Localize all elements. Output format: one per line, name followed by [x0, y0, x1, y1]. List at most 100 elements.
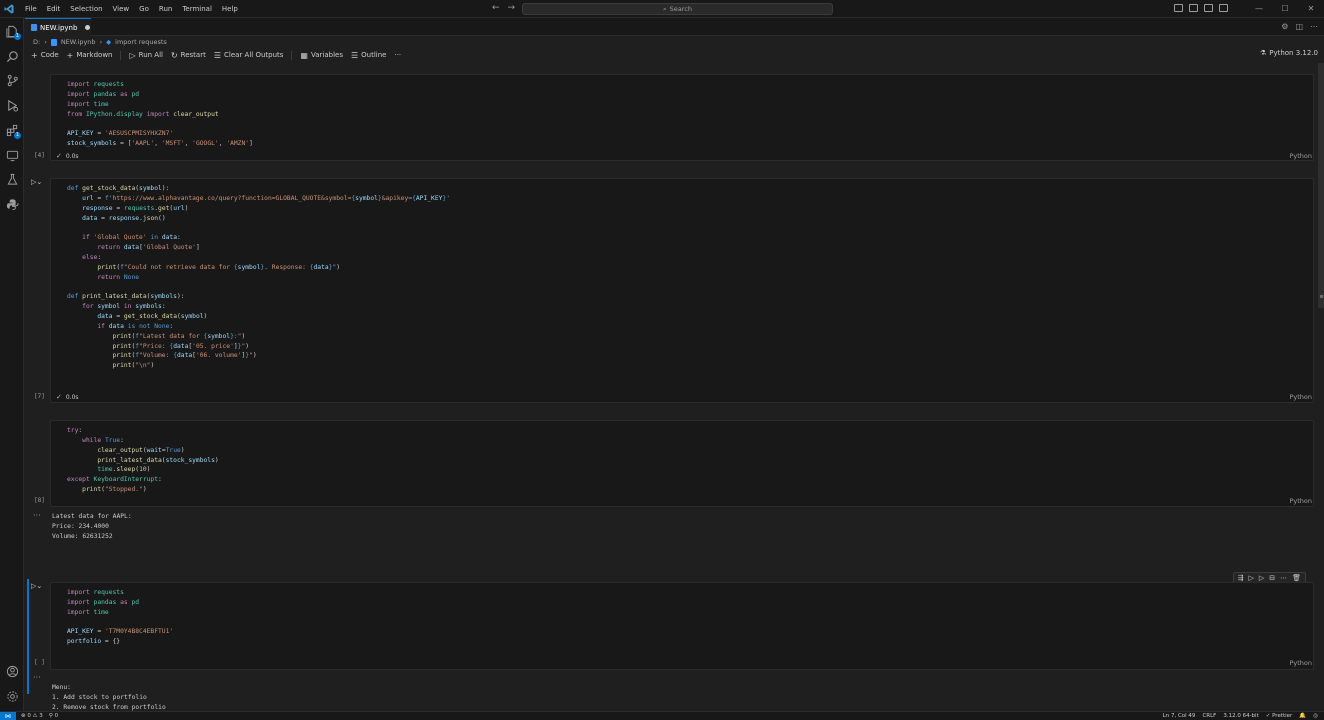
- execute-below-icon[interactable]: ▷: [1259, 574, 1264, 582]
- maximize-icon[interactable]: ☐: [1272, 0, 1298, 18]
- toggle-panel-icon[interactable]: [1189, 4, 1198, 12]
- more-actions-icon[interactable]: ⋯: [1310, 22, 1318, 31]
- back-arrow-icon[interactable]: ←: [492, 3, 500, 13]
- toggle-secondary-sidebar-icon[interactable]: [1204, 4, 1213, 12]
- command-center-search[interactable]: ⌕ Search: [522, 3, 833, 15]
- run-all-icon: ▷: [129, 50, 136, 60]
- menu-terminal[interactable]: Terminal: [177, 5, 217, 13]
- customize-layout-icon[interactable]: [1219, 4, 1228, 12]
- plus-icon: +: [66, 50, 74, 60]
- end-of-line[interactable]: CRLF: [1202, 713, 1216, 719]
- restart-button[interactable]: ↻ Restart: [171, 51, 206, 60]
- menu-edit[interactable]: Edit: [42, 5, 66, 13]
- output-more-icon[interactable]: ···: [33, 511, 41, 520]
- run-cell-icon[interactable]: ▷⌄: [31, 178, 42, 186]
- copilot-icon[interactable]: ◎: [1313, 713, 1318, 719]
- kernel-icon: ⚗: [1259, 49, 1267, 57]
- variables-button[interactable]: ▦ Variables: [300, 51, 343, 60]
- cell-language[interactable]: Python: [1289, 497, 1312, 505]
- notebook-file-icon: [50, 38, 57, 46]
- close-icon[interactable]: ✕: [1298, 0, 1324, 18]
- split-cell-icon[interactable]: ⊟: [1269, 574, 1275, 582]
- notebook-toolbar: + Code + Markdown ▷ Run All ↻ Restart ☰ Clear…: [25, 48, 1324, 62]
- outline-label: Outline: [361, 51, 387, 59]
- success-check-icon: ✓: [56, 393, 62, 401]
- code-cell-1[interactable]: import requests import pandas as pd impo…: [50, 74, 1314, 161]
- run-all-label: Run All: [138, 51, 163, 59]
- code-cell-4-source[interactable]: import requests import pandas as pd impo…: [67, 588, 173, 647]
- testing-icon[interactable]: [5, 172, 19, 186]
- run-debug-icon[interactable]: [5, 98, 19, 112]
- code-cell-4[interactable]: import requests import pandas as pd impo…: [50, 582, 1314, 670]
- run-all-button[interactable]: ▷ Run All: [129, 51, 162, 60]
- output-more-icon[interactable]: ···: [33, 673, 41, 682]
- outline-button[interactable]: ☰ Outline: [351, 51, 387, 60]
- split-editor-icon[interactable]: ◫: [1295, 22, 1303, 31]
- add-markdown-cell-button[interactable]: + Markdown: [67, 51, 113, 60]
- variables-icon: ▦: [300, 50, 308, 60]
- remote-explorer-icon[interactable]: [5, 148, 19, 162]
- execution-count: [ ]: [34, 659, 45, 666]
- cell-more-icon[interactable]: ⋯: [1280, 574, 1287, 582]
- code-cell-3[interactable]: try: while True: clear_output(wait=True)…: [50, 420, 1314, 507]
- toggle-primary-sidebar-icon[interactable]: [1174, 4, 1183, 12]
- output-line: 1. Add stock to portfolio: [52, 694, 147, 701]
- outline-icon: ☰: [350, 50, 359, 60]
- toolbar-more-button[interactable]: ···: [394, 51, 401, 59]
- search-view-icon[interactable]: [5, 49, 19, 63]
- menu-selection[interactable]: Selection: [65, 5, 107, 13]
- problems-indicator[interactable]: ⊗ 0 ⚠ 3: [21, 713, 43, 719]
- tab-new-ipynb[interactable]: NEW.ipynb: [25, 18, 91, 36]
- remote-indicator-icon[interactable]: ⋈: [0, 711, 16, 720]
- menu-run[interactable]: Run: [154, 5, 177, 13]
- breadcrumb-file[interactable]: NEW.ipynb: [61, 38, 96, 46]
- kernel-picker[interactable]: ⚗ Python 3.12.0: [1260, 49, 1318, 57]
- window-controls: — ☐ ✕: [1246, 0, 1324, 18]
- forward-arrow-icon[interactable]: →: [508, 3, 516, 13]
- menu-go[interactable]: Go: [134, 5, 154, 13]
- variables-label: Variables: [310, 51, 343, 59]
- ports-indicator[interactable]: ⚲ 0: [49, 713, 58, 719]
- explorer-icon[interactable]: 1: [5, 24, 21, 40]
- cell-language[interactable]: Python: [1289, 152, 1312, 160]
- cell-language[interactable]: Python: [1289, 659, 1312, 667]
- minimize-icon[interactable]: —: [1246, 0, 1272, 18]
- settings-gear-icon[interactable]: [5, 689, 19, 703]
- code-cell-2-source[interactable]: def get_stock_data(symbol): url = f'http…: [67, 184, 450, 371]
- code-cell-2[interactable]: def get_stock_data(symbol): url = f'http…: [50, 178, 1314, 403]
- python-icon[interactable]: [5, 197, 19, 211]
- cell-language[interactable]: Python: [1289, 393, 1312, 401]
- cell-4-output: Menu: 1. Add stock to portfolio 2. Remove …: [52, 683, 166, 711]
- prettier-status[interactable]: ✓ Prettier: [1266, 713, 1293, 719]
- accounts-icon[interactable]: [5, 664, 19, 678]
- output-line: Latest data for AAPL:: [52, 513, 132, 520]
- cell-focus-indicator: [27, 579, 29, 694]
- code-cell-3-source[interactable]: try: while True: clear_output(wait=True)…: [67, 426, 219, 495]
- gear-icon[interactable]: ⚙: [1281, 22, 1288, 31]
- menu-help[interactable]: Help: [217, 5, 243, 13]
- execute-above-icon[interactable]: ▷: [1248, 574, 1253, 582]
- menu-view[interactable]: View: [108, 5, 135, 13]
- breadcrumb-drive[interactable]: D:: [33, 38, 40, 46]
- editor-tab-bar: NEW.ipynb ⚙ ◫ ⋯: [25, 18, 1324, 36]
- source-control-icon[interactable]: [5, 73, 19, 87]
- explorer-badge: 1: [14, 33, 21, 40]
- python-interpreter[interactable]: 3.12.0 64-bit: [1223, 713, 1258, 719]
- add-code-cell-button[interactable]: + Code: [31, 51, 59, 60]
- menu-file[interactable]: File: [20, 5, 42, 13]
- notifications-bell-icon[interactable]: 🔔: [1299, 713, 1306, 719]
- cursor-position[interactable]: Ln 7, Col 49: [1163, 713, 1196, 719]
- breadcrumb-symbol[interactable]: import requests: [115, 38, 167, 46]
- add-markdown-label: Markdown: [76, 51, 113, 59]
- clear-outputs-label: Clear All Outputs: [224, 51, 284, 59]
- code-cell-1-source[interactable]: import requests import pandas as pd impo…: [67, 80, 253, 149]
- unsaved-dot-icon[interactable]: [85, 25, 91, 30]
- clear-all-outputs-button[interactable]: ☰ Clear All Outputs: [214, 51, 284, 60]
- vscode-logo-icon: [0, 0, 18, 18]
- run-cell-icon[interactable]: ▷⌄: [31, 582, 42, 590]
- delete-cell-icon[interactable]: 🗑: [1292, 574, 1301, 582]
- extensions-icon[interactable]: 1: [5, 123, 21, 139]
- run-by-line-icon[interactable]: ⇶: [1238, 574, 1244, 582]
- execution-count: [8]: [34, 497, 45, 504]
- scrollbar-thumb[interactable]: [1318, 63, 1324, 308]
